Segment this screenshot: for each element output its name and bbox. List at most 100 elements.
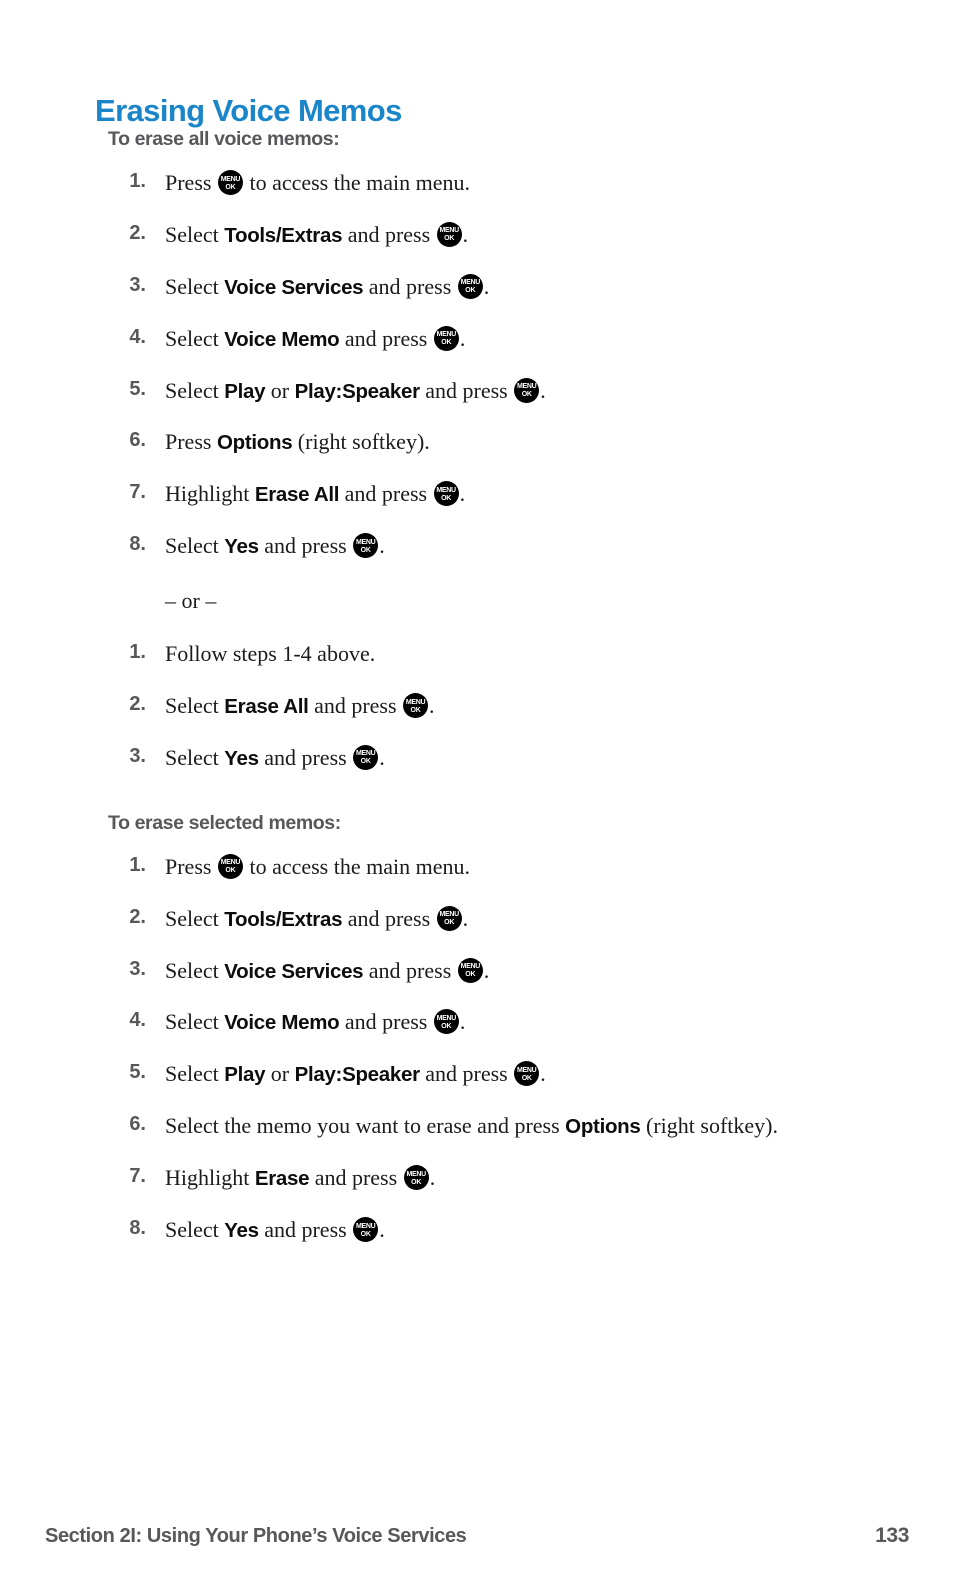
ui-term: Tools/Extras [224,223,343,247]
menu-key-label-bottom: OK [444,919,455,927]
step-number: 1. [129,641,146,664]
menu-key-label-top: MENU [439,227,459,235]
step-item: 3. Select Yes and press MENU OK. [0,732,954,784]
step-item: 2. Select Erase All and press MENU OK. [0,680,954,732]
menu-key-label-bottom: OK [465,287,476,295]
menu-key-label-bottom: OK [441,339,452,347]
footer-page-number: 133 [875,1524,909,1547]
step-item: 3. Select Voice Services and press MENU OK… [0,261,954,313]
ui-term: Yes [224,1219,259,1243]
step-item: 6. Press Options (right softkey). [0,416,954,468]
menu-key-label-top: MENU [436,486,456,494]
menu-key-label-top: MENU [405,698,426,706]
ui-term: Options [216,431,293,455]
menu-key-label-top: MENU [220,175,241,183]
step-text: Press Options (right softkey). [165,429,430,455]
menu-ok-key-icon: MENU OK [436,905,462,931]
step-text: Select Play or Play:Speaker and press ME… [165,1061,546,1087]
menu-key-label-bottom: OK [521,1074,532,1082]
ui-term: Tools/Extras [224,907,343,931]
ui-term: Voice Memo [224,327,340,351]
ui-term: Voice Services [224,959,364,983]
menu-key-label-top: MENU [436,331,457,339]
menu-key-label-bottom: OK [360,1230,371,1238]
ui-term: Erase All [254,483,340,507]
sections-container: To erase all voice memos: 1. Press MENU OK … [0,122,954,1256]
menu-ok-key-icon: MENU OK [514,1061,540,1087]
menu-key-label-bottom: OK [360,546,371,554]
step-text: Highlight Erase All and press MENU OK. [165,481,466,507]
menu-ok-key-icon: MENU OK [403,1165,429,1191]
menu-ok-key-icon: MENU OK [436,221,462,247]
ui-term: Play [224,1063,266,1087]
menu-key-label-top: MENU [439,911,459,919]
step-number: 8. [129,533,146,556]
step-text: Highlight Erase and press MENU OK. [165,1165,436,1191]
ui-term: Options [565,1115,641,1139]
menu-key-label-top: MENU [436,1014,457,1022]
menu-key-label-top: MENU [460,279,481,287]
step-list: 1. Press MENU OK to access the main menu. 2… [0,841,954,1256]
step-number: 1. [129,853,146,876]
step-number: 6. [129,429,146,452]
footer-section-label: Section 2I: Using Your Phone’s Voice Ser… [45,1525,467,1547]
step-text: Select Tools/Extras and press MENU OK. [165,221,469,247]
step-list-alternate: 1. Follow steps 1-4 above. 2. Select Erase … [0,628,954,784]
menu-ok-key-icon: MENU OK [457,957,483,983]
menu-key-label-bottom: OK [360,758,371,766]
menu-ok-key-icon: MENU OK [217,853,243,879]
step-item: 5. Select Play or Play:Speaker and press … [0,1048,954,1100]
step-item: 8. Select Yes and press MENU OK. [0,520,954,572]
step-item: 4. Select Voice Memo and press MENU OK. [0,313,954,365]
step-item: 7. Highlight Erase All and press MENU OK. [0,468,954,520]
step-text: Select Yes and press MENU OK. [165,533,385,559]
step-item: 6. Select the memo you want to erase and … [0,1100,954,1152]
menu-key-label-top: MENU [355,750,376,758]
step-number: 3. [129,957,146,980]
ui-term: Voice Services [224,275,364,299]
menu-key-label-bottom: OK [441,1022,452,1030]
menu-key-label-bottom: OK [521,391,532,399]
step-number: 8. [129,1217,146,1240]
menu-ok-key-icon: MENU OK [353,1217,379,1243]
step-item: 4. Select Voice Memo and press MENU OK. [0,996,954,1048]
ui-term: Play:Speaker [294,1063,420,1087]
menu-ok-key-icon: MENU OK [433,481,459,507]
step-item: 7. Highlight Erase and press MENU OK. [0,1152,954,1204]
step-item: 5. Select Play or Play:Speaker and press … [0,365,954,417]
step-text: Select Erase All and press MENU OK. [165,693,435,719]
menu-ok-key-icon: MENU OK [217,170,243,195]
menu-ok-key-icon: MENU OK [403,693,429,719]
menu-ok-key-icon: MENU OK [353,744,379,770]
step-number: 7. [129,1165,146,1188]
menu-key-label-bottom: OK [410,706,421,714]
menu-key-label-bottom: OK [225,867,236,875]
menu-key-label-top: MENU [220,859,241,867]
step-text: Select Tools/Extras and press MENU OK. [165,905,469,931]
menu-key-label-top: MENU [460,963,481,971]
step-text: Select Yes and press MENU OK. [165,744,385,770]
ui-term: Yes [224,746,259,770]
step-number: 1. [129,170,146,192]
step-text: Select Yes and press MENU OK. [165,1217,385,1243]
step-text: Select Voice Services and press MENU OK. [165,273,490,299]
ui-term: Erase [254,1167,310,1191]
step-text: Press MENU OK to access the main menu. [165,853,470,879]
step-item: 1. Press MENU OK to access the main menu. [0,841,954,893]
ui-term: Voice Memo [224,1011,340,1035]
step-list: 1. Press MENU OK to access the main menu. 2… [0,157,954,572]
step-number: 2. [129,693,146,716]
menu-key-label-top: MENU [355,538,376,546]
step-text: Select Play or Play:Speaker and press ME… [165,377,546,403]
menu-ok-key-icon: MENU OK [433,325,459,351]
ui-term: Yes [224,535,259,559]
section-heading: To erase selected memos: [108,811,341,834]
step-text: Select Voice Memo and press MENU OK. [165,325,466,351]
menu-key-label-top: MENU [517,383,537,391]
menu-key-label-bottom: OK [225,183,236,191]
menu-key-label-bottom: OK [441,494,452,502]
step-number: 2. [129,905,146,928]
manual-page: Erasing Voice Memos To erase all voice m… [0,0,954,1590]
step-number: 5. [129,377,146,400]
step-text: Select Voice Services and press MENU OK. [165,957,490,983]
